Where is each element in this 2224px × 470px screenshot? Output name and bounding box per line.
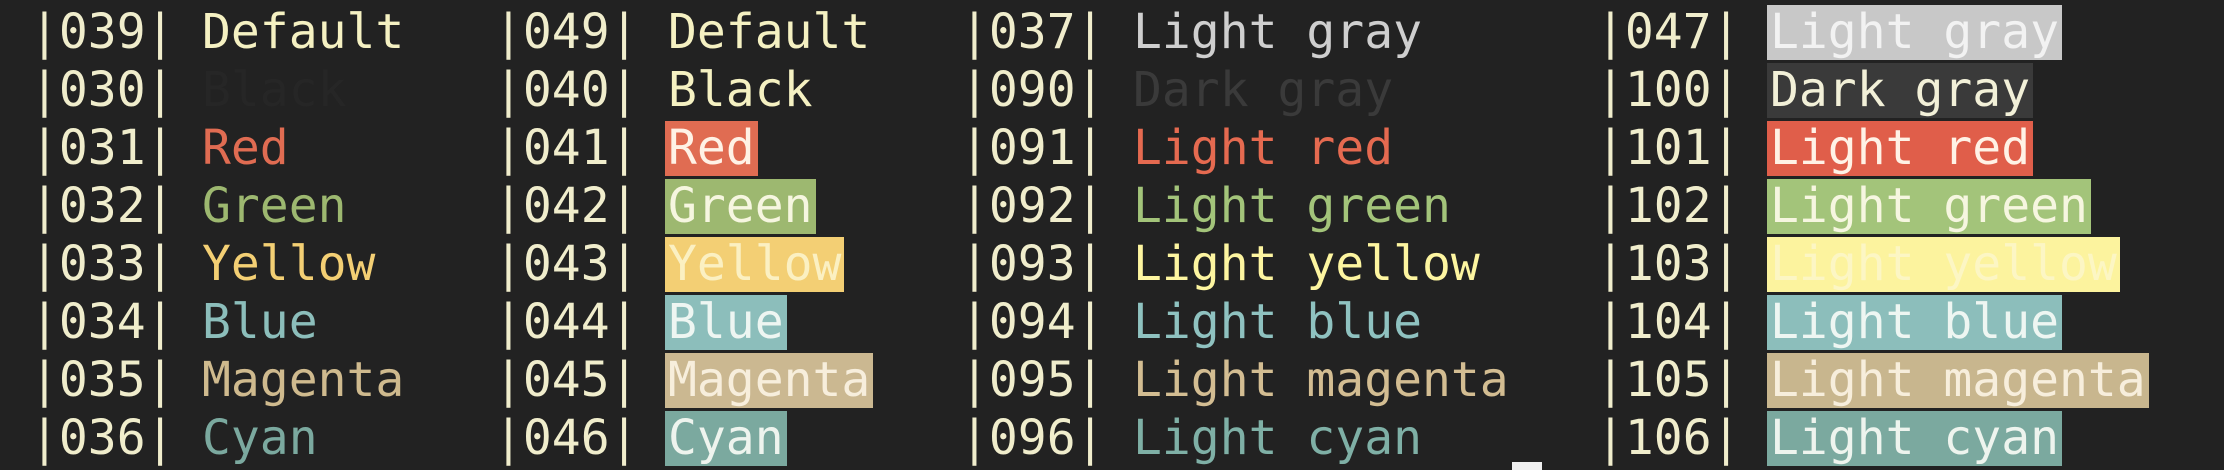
- light-fg-color-code: |091|: [960, 120, 1105, 176]
- terminal-window[interactable]: |039| Default |049| Default |037| Light gray |…: [0, 0, 2224, 470]
- light-fg-color-sample: Light blue: [1133, 294, 1422, 350]
- light-bg-color-code: |047|: [1596, 4, 1741, 60]
- light-fg-color-code: |092|: [960, 178, 1105, 234]
- fg-color-code: |031|: [30, 120, 175, 176]
- bg-color-code: |040|: [494, 62, 639, 118]
- light-fg-color-code: |094|: [960, 294, 1105, 350]
- light-bg-color-sample: Light gray: [1767, 5, 2062, 60]
- light-fg-color-sample: Light magenta: [1133, 352, 1509, 408]
- fg-color-code: |036|: [30, 410, 175, 466]
- bg-color-sample: Yellow: [665, 237, 845, 292]
- light-bg-color-code: |104|: [1596, 294, 1741, 350]
- bg-color-code: |046|: [494, 410, 639, 466]
- fg-color-sample: Black: [202, 62, 347, 118]
- bg-color-code: |041|: [494, 120, 639, 176]
- light-bg-color-code: |102|: [1596, 178, 1741, 234]
- text-cursor: [1512, 462, 1542, 470]
- light-bg-color-code: |101|: [1596, 120, 1741, 176]
- light-bg-color-code: |105|: [1596, 352, 1741, 408]
- bg-color-sample: Cyan: [665, 411, 787, 466]
- fg-color-code: |033|: [30, 236, 175, 292]
- light-bg-color-code: |100|: [1596, 62, 1741, 118]
- bg-color-sample: Default: [665, 5, 874, 60]
- bg-color-code: |042|: [494, 178, 639, 234]
- light-fg-color-code: |095|: [960, 352, 1105, 408]
- bg-color-code: |045|: [494, 352, 639, 408]
- light-fg-color-code: |090|: [960, 62, 1105, 118]
- light-bg-color-sample: Light yellow: [1767, 237, 2120, 292]
- bg-color-sample: Red: [665, 121, 758, 176]
- fg-color-code: |030|: [30, 62, 175, 118]
- fg-color-sample: Cyan: [202, 410, 318, 466]
- bg-color-code: |043|: [494, 236, 639, 292]
- light-fg-color-sample: Light green: [1133, 178, 1451, 234]
- fg-color-sample: Green: [202, 178, 347, 234]
- light-bg-color-sample: Light magenta: [1767, 353, 2149, 408]
- light-bg-color-code: |103|: [1596, 236, 1741, 292]
- fg-color-sample: Blue: [202, 294, 318, 350]
- fg-color-sample: Red: [202, 120, 289, 176]
- fg-color-code: |039|: [30, 4, 175, 60]
- bg-color-code: |049|: [494, 4, 639, 60]
- light-bg-color-code: |106|: [1596, 410, 1741, 466]
- light-fg-color-code: |037|: [960, 4, 1105, 60]
- bg-color-sample: Magenta: [665, 353, 874, 408]
- light-bg-color-sample: Light blue: [1767, 295, 2062, 350]
- light-fg-color-code: |096|: [960, 410, 1105, 466]
- light-fg-color-sample: Dark gray: [1133, 62, 1394, 118]
- light-fg-color-sample: Light red: [1133, 120, 1394, 176]
- light-fg-color-sample: Light yellow: [1133, 236, 1480, 292]
- light-bg-color-sample: Light red: [1767, 121, 2034, 176]
- light-fg-color-sample: Light gray: [1133, 4, 1422, 60]
- fg-color-sample: Default: [202, 4, 405, 60]
- fg-color-sample: Magenta: [202, 352, 405, 408]
- light-fg-color-sample: Light cyan: [1133, 410, 1422, 466]
- fg-color-sample: Yellow: [202, 236, 376, 292]
- fg-color-code: |032|: [30, 178, 175, 234]
- bg-color-code: |044|: [494, 294, 639, 350]
- bg-color-sample: Black: [665, 63, 816, 118]
- light-bg-color-sample: Dark gray: [1767, 63, 2034, 118]
- fg-color-code: |034|: [30, 294, 175, 350]
- bg-color-sample: Green: [665, 179, 816, 234]
- light-bg-color-sample: Light green: [1767, 179, 2091, 234]
- fg-color-code: |035|: [30, 352, 175, 408]
- light-fg-color-code: |093|: [960, 236, 1105, 292]
- bg-color-sample: Blue: [665, 295, 787, 350]
- light-bg-color-sample: Light cyan: [1767, 411, 2062, 466]
